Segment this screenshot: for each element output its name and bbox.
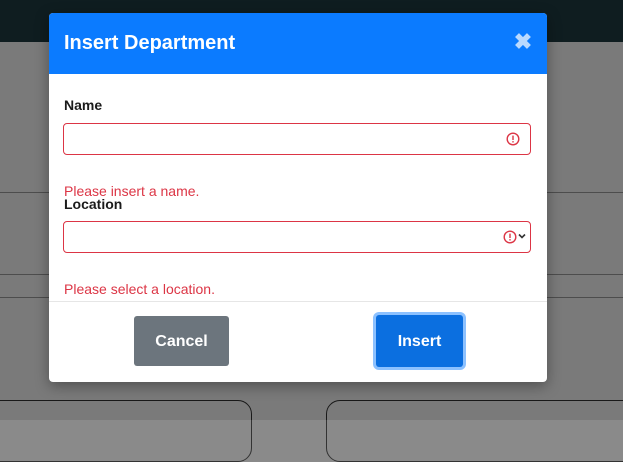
invalid-warning-icon <box>503 230 517 244</box>
location-label: Location <box>64 196 123 212</box>
modal-footer-divider <box>49 301 547 302</box>
close-button[interactable]: ✖ <box>513 31 533 53</box>
insert-department-modal: Insert Department ✖ Name Please insert a… <box>49 13 547 382</box>
modal-header: Insert Department ✖ <box>49 13 547 74</box>
close-icon: ✖ <box>513 29 533 54</box>
invalid-warning-icon <box>506 132 520 146</box>
name-label: Name <box>64 97 103 113</box>
cancel-button[interactable]: Cancel <box>134 316 229 366</box>
insert-button[interactable]: Insert <box>376 315 463 367</box>
location-select[interactable] <box>63 221 531 253</box>
name-input[interactable] <box>63 123 531 155</box>
location-error-message: Please select a location. <box>64 281 215 297</box>
modal-title: Insert Department <box>64 32 236 54</box>
chevron-down-icon <box>518 233 526 239</box>
